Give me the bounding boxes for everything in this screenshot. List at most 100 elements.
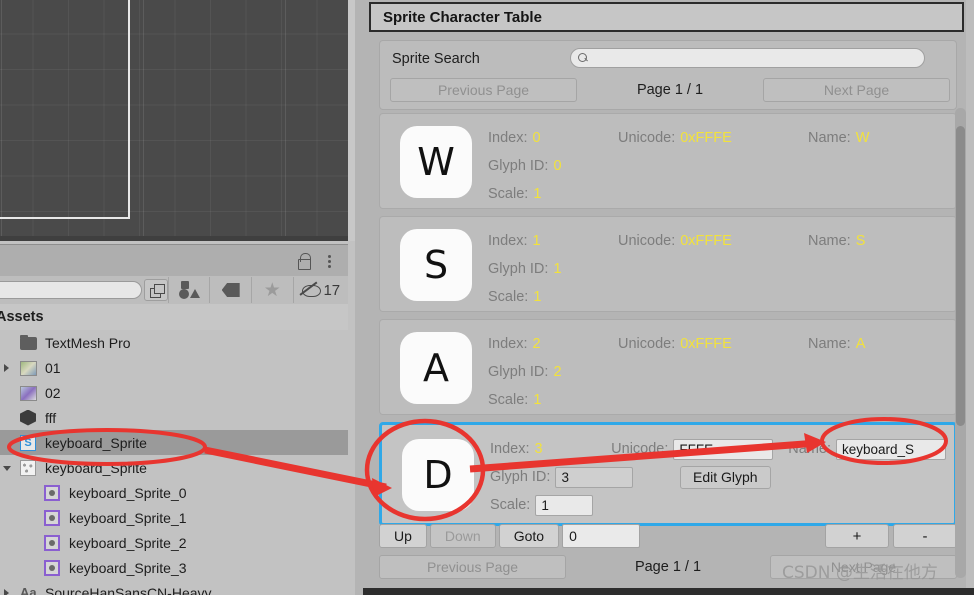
sprite-entry-fields: Index: 1 Unicode: 0xFFFE Name: S Glyph ID: 1 Sca…: [488, 227, 948, 311]
tree-item-label: keyboard_Sprite_1: [69, 509, 187, 526]
hidden-assets-button[interactable]: 17: [292, 277, 348, 303]
scale-label: Scale:: [488, 289, 529, 305]
sprite-entry-row[interactable]: W Index: 0 Unicode: 0xFFFE Name: W Glyph ID: 0 Sc…: [379, 113, 957, 209]
sprite-character-table-window: Sprite Character Table Sprite Search Pre…: [363, 0, 974, 595]
name-input[interactable]: [836, 438, 946, 460]
unicode-label: Unicode:: [618, 233, 676, 249]
down-button[interactable]: Down: [429, 524, 496, 548]
favorites-button[interactable]: ★: [250, 277, 293, 303]
tree-item-label: keyboard_Sprite_2: [69, 534, 187, 551]
window-titlebar: Sprite Character Table: [369, 2, 964, 32]
sub-sprite-icon: [44, 484, 62, 502]
scene-right-edge: [348, 0, 355, 241]
tree-item-label: SourceHanSansCN-Heavy: [45, 584, 212, 595]
tree-item[interactable]: fff: [0, 405, 348, 430]
tag-filter-button[interactable]: [209, 277, 251, 303]
index-cell: Index: 1: [488, 232, 618, 250]
tree-item[interactable]: 02: [0, 380, 348, 405]
image-icon: [20, 359, 38, 377]
assets-label: Assets: [0, 309, 44, 325]
up-button[interactable]: Up: [379, 524, 427, 548]
tree-item[interactable]: keyboard_Sprite_0: [0, 480, 348, 505]
next-page-button-top[interactable]: Next Page: [763, 78, 950, 102]
remove-sprite-button[interactable]: -: [893, 524, 957, 548]
window-bottom-strip: [363, 588, 974, 595]
tree-item[interactable]: 01: [0, 355, 348, 380]
tree-item-label: 01: [45, 359, 61, 376]
scale-value: 1: [533, 392, 542, 408]
entry-row-primary: Index:3Unicode:Name:: [490, 435, 946, 463]
scale-input[interactable]: [535, 494, 594, 516]
previous-page-button-top[interactable]: Previous Page: [390, 78, 577, 102]
entry-row-scale: Scale: 1: [488, 180, 948, 208]
sub-sprite-icon: [44, 534, 62, 552]
asset-tree[interactable]: TextMesh Pro 01 02 fff Skeyboard_Sprite keybo…: [0, 330, 348, 595]
unicode-value: 0xFFFE: [680, 130, 732, 146]
goto-button[interactable]: Goto: [498, 524, 560, 548]
tree-item[interactable]: TextMesh Pro: [0, 330, 348, 355]
sprite-entry-fields: Index: 0 Unicode: 0xFFFE Name: W Glyph ID: 0 Sca…: [488, 124, 948, 208]
entry-row-primary: Index: 2 Unicode: 0xFFFE Name: A: [488, 330, 948, 358]
shape-filter-button[interactable]: [167, 277, 210, 303]
name-label: Name:: [808, 336, 851, 352]
name-value: W: [855, 130, 870, 146]
unicode-value: 0xFFFE: [680, 233, 732, 249]
sprite-entry-row[interactable]: DIndex:3Unicode:Name:Glyph ID:Edit Glyph…: [379, 422, 957, 526]
sprite-search-input[interactable]: [570, 48, 925, 68]
tree-item[interactable]: keyboard_Sprite: [0, 455, 348, 480]
edit-glyph-button[interactable]: Edit Glyph: [680, 465, 771, 489]
tree-item[interactable]: Skeyboard_Sprite: [0, 430, 348, 455]
name-value: A: [855, 336, 866, 352]
index-value: 0: [532, 130, 541, 146]
asset-search-input[interactable]: [0, 281, 142, 299]
index-label: Index:: [488, 233, 528, 249]
sprite-thumbnail: D: [402, 439, 474, 511]
index-label: Index:: [488, 130, 528, 146]
sprite-entry-fields: Index: 2 Unicode: 0xFFFE Name: A Glyph ID: 2 Sca…: [488, 330, 948, 414]
lock-icon[interactable]: [296, 252, 312, 270]
scene-view[interactable]: [0, 0, 348, 241]
tree-expand-arrow-icon[interactable]: [3, 466, 11, 471]
tree-item[interactable]: keyboard_Sprite_1: [0, 505, 348, 530]
glyph-id-input[interactable]: [555, 466, 634, 488]
tree-item[interactable]: Aa SourceHanSansCN-Heavy: [0, 580, 348, 595]
tree-expand-arrow-icon[interactable]: [4, 589, 9, 595]
glyph-id-value: 1: [553, 261, 562, 277]
csdn-watermark: CSDN @生活在他方: [782, 563, 938, 583]
tree-item[interactable]: keyboard_Sprite_2: [0, 530, 348, 555]
window-scrollbar-thumb[interactable]: [956, 126, 965, 426]
previous-page-button-bottom[interactable]: Previous Page: [379, 555, 566, 579]
add-sprite-button[interactable]: +: [825, 524, 889, 548]
window-scrollbar[interactable]: [955, 108, 966, 578]
sprite-entry-row[interactable]: A Index: 2 Unicode: 0xFFFE Name: A Glyph ID: 2 Sc…: [379, 319, 957, 415]
unicode-cell: Unicode: 0xFFFE: [618, 130, 808, 146]
sprite-thumbnail: W: [400, 126, 472, 198]
name-cell: Name: S: [808, 233, 865, 249]
tree-item[interactable]: keyboard_Sprite_3: [0, 555, 348, 580]
sprite-thumbnail: S: [400, 229, 472, 301]
sub-sprite-icon: [44, 559, 62, 577]
project-browser-header: [0, 244, 348, 276]
name-cell: Name:: [788, 438, 946, 460]
index-value: 3: [534, 441, 543, 457]
expand-search-icon[interactable]: [144, 279, 168, 301]
tree-expand-arrow-icon[interactable]: [4, 364, 9, 372]
entry-row-scale: Scale: 1: [488, 283, 948, 311]
window-right-edge: [966, 0, 974, 595]
tree-item-label: keyboard_Sprite: [45, 434, 147, 451]
goto-input[interactable]: [562, 524, 641, 548]
name-label: Name:: [808, 233, 851, 249]
sprite-search-panel: Sprite Search Previous Page Page 1 / 1 N…: [379, 40, 957, 110]
unicode-input[interactable]: [673, 438, 774, 460]
kebab-menu-icon[interactable]: [322, 252, 338, 270]
glyph-id-label: Glyph ID:: [488, 158, 549, 174]
hidden-assets-count: 17: [323, 281, 341, 299]
shape-filter-icon: [178, 280, 201, 300]
sprite-entry-row[interactable]: S Index: 1 Unicode: 0xFFFE Name: S Glyph ID: 1 Sc…: [379, 216, 957, 312]
tree-item-label: keyboard_Sprite: [45, 459, 147, 476]
unicode-label: Unicode:: [611, 441, 669, 457]
entry-row-scale: Scale:: [490, 491, 946, 519]
entry-row-glyph: Glyph ID: Edit Glyph: [490, 463, 946, 491]
bottom-action-row: Up Down Goto + -: [379, 523, 957, 549]
sprite-search-wrapper: [570, 48, 925, 68]
